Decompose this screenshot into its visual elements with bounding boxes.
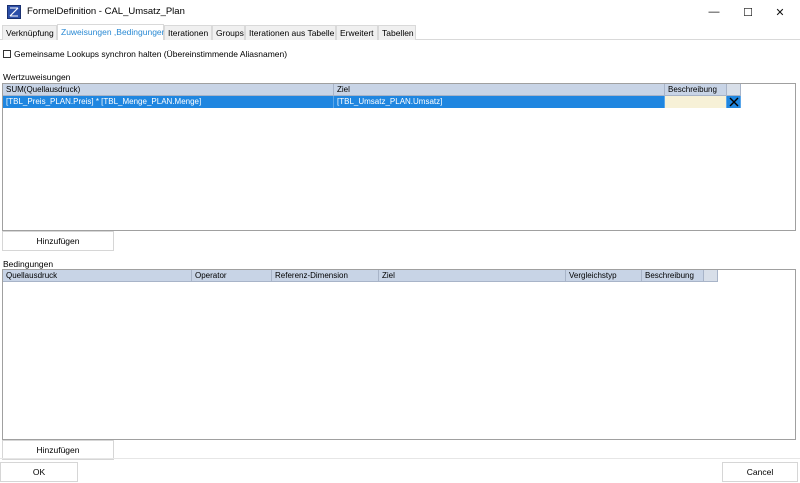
close-button[interactable]: ✕	[763, 0, 797, 24]
tab-iterationen-aus-tabelle[interactable]: Iterationen aus Tabelle	[245, 25, 336, 40]
sync-lookups-label: Gemeinsame Lookups synchron halten (Über…	[14, 49, 288, 59]
maximize-button[interactable]: ☐	[731, 0, 765, 24]
formula-window-icon	[7, 5, 21, 19]
cancel-button[interactable]: Cancel	[722, 462, 798, 482]
column-header-target[interactable]: Ziel	[379, 270, 566, 282]
tab-tabellen[interactable]: Tabellen	[378, 25, 416, 40]
tab-strip: Verknüpfung Zuweisungen ,Bedingungen Ite…	[0, 24, 800, 41]
sync-lookups-row[interactable]: Gemeinsame Lookups synchron halten (Über…	[3, 49, 287, 59]
column-header-description[interactable]: Beschreibung	[642, 270, 704, 282]
ok-button[interactable]: OK	[0, 462, 78, 482]
conditions-grid[interactable]: Quellausdruck Operator Referenz-Dimensio…	[2, 269, 796, 440]
minimize-button[interactable]: —	[697, 0, 731, 24]
column-header-delete	[704, 270, 718, 282]
add-assignment-button[interactable]: Hinzufügen	[2, 231, 114, 251]
window-title: FormelDefinition - CAL_Umsatz_Plan	[27, 6, 185, 17]
tab-content: Gemeinsame Lookups synchron halten (Über…	[0, 40, 800, 483]
tab-verknuepfung[interactable]: Verknüpfung	[2, 25, 57, 40]
assignments-header: SUM(Quellausdruck) Ziel Beschreibung	[3, 84, 741, 96]
column-header-comparison-type[interactable]: Vergleichstyp	[566, 270, 642, 282]
delete-row-icon[interactable]	[727, 96, 741, 108]
tab-groups[interactable]: Groups	[212, 25, 245, 40]
column-header-description[interactable]: Beschreibung	[665, 84, 727, 96]
footer-divider	[0, 458, 800, 459]
column-header-source-expression[interactable]: Quellausdruck	[3, 270, 192, 282]
cell-target[interactable]: [TBL_Umsatz_PLAN.Umsatz]	[334, 96, 665, 108]
column-header-delete	[727, 84, 741, 96]
title-bar: FormelDefinition - CAL_Umsatz_Plan — ☐ ✕	[0, 0, 800, 24]
column-header-target[interactable]: Ziel	[334, 84, 665, 96]
column-header-operator[interactable]: Operator	[192, 270, 272, 282]
tab-erweitert[interactable]: Erweitert	[336, 25, 378, 40]
sync-lookups-checkbox[interactable]	[3, 50, 11, 58]
tab-zuweisungen-bedingungen[interactable]: Zuweisungen ,Bedingungen	[57, 24, 166, 41]
add-condition-button[interactable]: Hinzufügen	[2, 440, 114, 460]
conditions-header: Quellausdruck Operator Referenz-Dimensio…	[3, 270, 718, 282]
cell-source[interactable]: [TBL_Preis_PLAN.Preis] * [TBL_Menge_PLAN…	[3, 96, 334, 108]
conditions-label: Bedingungen	[3, 259, 54, 269]
tab-iterationen[interactable]: Iterationen	[164, 25, 212, 40]
column-header-source[interactable]: SUM(Quellausdruck)	[3, 84, 334, 96]
table-row[interactable]: [TBL_Preis_PLAN.Preis] * [TBL_Menge_PLAN…	[3, 96, 741, 108]
assignments-label: Wertzuweisungen	[3, 72, 71, 82]
assignments-grid[interactable]: SUM(Quellausdruck) Ziel Beschreibung [TB…	[2, 83, 796, 231]
cell-description[interactable]	[665, 96, 727, 108]
column-header-reference-dimension[interactable]: Referenz-Dimension	[272, 270, 379, 282]
